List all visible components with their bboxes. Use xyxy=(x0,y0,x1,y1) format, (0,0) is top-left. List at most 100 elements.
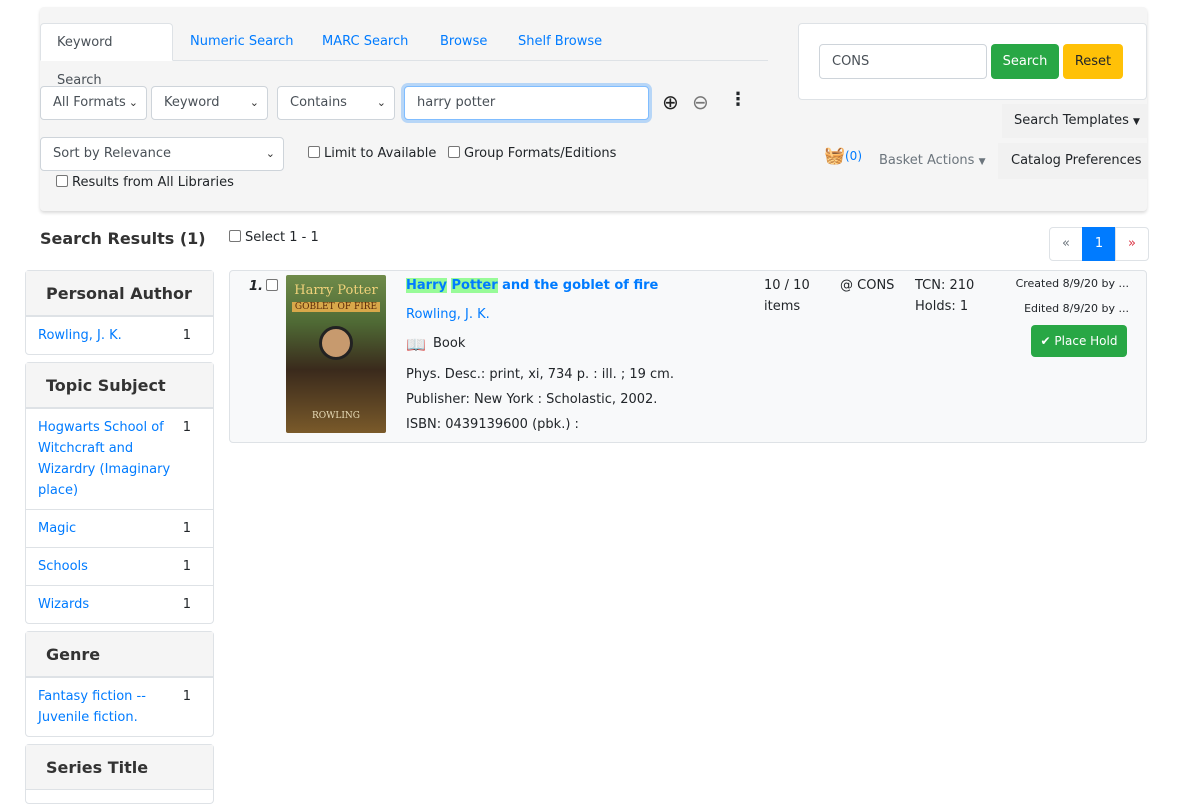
label: Basket Actions xyxy=(879,153,974,168)
reset-button[interactable]: Reset xyxy=(1063,44,1123,79)
facet-item[interactable]: Hogwarts School of Witchcraft and Wizard… xyxy=(26,408,213,509)
record-phys-desc: Phys. Desc.: print, xi, 734 p. : ill. ; … xyxy=(406,367,674,382)
label: Group Formats/Editions xyxy=(464,146,616,161)
all-libraries-checkbox[interactable]: Results from All Libraries xyxy=(56,175,234,190)
search-tabs: Keyword Search Numeric Search MARC Searc… xyxy=(40,23,768,61)
label: Search Templates xyxy=(1014,113,1129,128)
org-input[interactable]: CONS xyxy=(819,44,987,79)
record-items-label: items xyxy=(764,299,800,314)
format-select[interactable]: All Formats⌄ xyxy=(40,86,147,120)
chevron-down-icon: ⌄ xyxy=(250,87,259,119)
select-all-checkbox[interactable]: Select 1 - 1 xyxy=(229,230,319,245)
field-select[interactable]: Keyword ⌄ xyxy=(151,86,268,120)
label: Results from All Libraries xyxy=(72,175,234,190)
basket-actions-dropdown[interactable]: Basket Actions ▼ xyxy=(879,153,986,168)
field-value: Keyword xyxy=(164,95,220,110)
facet-count: 1 xyxy=(183,325,191,346)
facet-link[interactable]: Rowling, J. K. xyxy=(38,328,122,343)
group-formats-checkbox[interactable]: Group Formats/Editions xyxy=(448,146,616,161)
caret-down-icon: ▼ xyxy=(979,157,986,167)
tab-numeric-search[interactable]: Numeric Search xyxy=(174,23,310,61)
more-options-icon[interactable]: ⋮ xyxy=(729,89,747,110)
record-tcn: TCN: 210 xyxy=(915,278,974,293)
facet-title: Series Title xyxy=(26,745,213,790)
title-highlight: Potter xyxy=(451,278,497,293)
facet-genre: Genre Fantasy fiction -- Juvenile fictio… xyxy=(25,631,214,737)
checkbox[interactable] xyxy=(229,230,241,242)
tab-shelf-browse[interactable]: Shelf Browse xyxy=(502,23,618,61)
facet-count: 1 xyxy=(183,417,191,438)
limit-available-checkbox[interactable]: Limit to Available xyxy=(308,146,436,161)
record-created: Created 8/9/20 by ... xyxy=(1016,277,1129,290)
checkbox[interactable] xyxy=(308,146,320,158)
checkbox[interactable] xyxy=(448,146,460,158)
chevron-down-icon: ⌄ xyxy=(129,87,138,119)
catalog-preferences-button[interactable]: Catalog Preferences xyxy=(998,143,1147,179)
facet-link[interactable]: Fantasy fiction -- Juvenile fiction. xyxy=(38,689,146,725)
facet-personal-author: Personal Author Rowling, J. K. 1 xyxy=(25,270,214,355)
facet-title: Personal Author xyxy=(26,271,213,316)
basket-icon[interactable]: 🧺 xyxy=(824,146,845,166)
chevron-down-icon: ⌄ xyxy=(266,138,275,170)
place-hold-button[interactable]: ✔ Place Hold xyxy=(1031,325,1127,357)
facet-item[interactable]: Fantasy fiction -- Juvenile fiction. 1 xyxy=(26,677,213,736)
record-location: @ CONS xyxy=(840,278,894,293)
result-index: 1. xyxy=(249,279,263,294)
checkmark-icon: ✔ xyxy=(1041,334,1051,348)
search-templates-dropdown[interactable]: Search Templates ▼ xyxy=(1002,104,1147,138)
caret-down-icon: ▼ xyxy=(1133,117,1140,127)
search-button[interactable]: Search xyxy=(991,44,1059,79)
remove-row-icon[interactable]: ⊖ xyxy=(692,90,709,114)
facet-count: 1 xyxy=(183,556,191,577)
label: Place Hold xyxy=(1054,334,1117,348)
facet-item[interactable]: Schools 1 xyxy=(26,547,213,585)
result-record: 1. Harry Potter GOBLET OF FIRE ROWLING H… xyxy=(229,270,1147,443)
facet-link[interactable]: Magic xyxy=(38,521,76,536)
sort-select[interactable]: Sort by Relevance ⌄ xyxy=(40,137,284,171)
record-checkbox[interactable] xyxy=(266,279,278,291)
title-rest: and the goblet of fire xyxy=(502,278,658,293)
title-highlight: Harry xyxy=(406,278,447,293)
facet-count: 1 xyxy=(183,518,191,539)
next-page[interactable]: » xyxy=(1115,227,1149,261)
basket-count[interactable]: (0) xyxy=(845,149,862,163)
record-publisher: Publisher: New York : Scholastic, 2002. xyxy=(406,392,657,407)
book-icon: 📖 xyxy=(406,335,426,354)
checkbox[interactable] xyxy=(56,175,68,187)
record-item-count: 10 / 10 xyxy=(764,278,810,293)
record-author-link[interactable]: Rowling, J. K. xyxy=(406,307,490,322)
facet-count: 1 xyxy=(183,686,191,707)
tab-browse[interactable]: Browse xyxy=(424,23,503,61)
facet-link[interactable]: Wizards xyxy=(38,597,89,612)
facet-topic-subject: Topic Subject Hogwarts School of Witchcr… xyxy=(25,362,214,624)
prev-page[interactable]: « xyxy=(1049,227,1083,261)
results-heading: Search Results (1) xyxy=(40,229,206,248)
record-holds: Holds: 1 xyxy=(915,299,968,314)
facet-series-title: Series Title xyxy=(25,744,214,804)
record-edited: Edited 8/9/20 by ... xyxy=(1024,302,1129,315)
query-input[interactable]: harry potter xyxy=(404,86,649,120)
label: Limit to Available xyxy=(324,146,436,161)
record-title-link[interactable]: Harry Potter and the goblet of fire xyxy=(406,278,658,293)
facet-item[interactable]: Magic 1 xyxy=(26,509,213,547)
operator-value: Contains xyxy=(290,95,347,110)
book-cover-image[interactable]: Harry Potter GOBLET OF FIRE ROWLING xyxy=(286,275,386,433)
facet-title: Topic Subject xyxy=(26,363,213,408)
facet-link[interactable]: Hogwarts School of Witchcraft and Wizard… xyxy=(38,420,170,498)
sort-value: Sort by Relevance xyxy=(53,146,171,161)
facet-count: 1 xyxy=(183,594,191,615)
facet-item[interactable]: Wizards 1 xyxy=(26,585,213,623)
format-value: All Formats xyxy=(53,95,126,110)
facet-item[interactable]: Rowling, J. K. 1 xyxy=(26,316,213,354)
chevron-down-icon: ⌄ xyxy=(377,87,386,119)
add-row-icon[interactable]: ⊕ xyxy=(662,90,679,114)
facet-link[interactable]: Schools xyxy=(38,559,88,574)
record-isbn: ISBN: 0439139600 (pbk.) : xyxy=(406,417,579,432)
label: Select 1 - 1 xyxy=(245,230,319,245)
record-format: Book xyxy=(433,336,465,351)
operator-select[interactable]: Contains ⌄ xyxy=(277,86,395,120)
facet-title: Genre xyxy=(26,632,213,677)
page-1[interactable]: 1 xyxy=(1082,227,1116,261)
tab-keyword-search[interactable]: Keyword Search xyxy=(40,23,173,61)
tab-marc-search[interactable]: MARC Search xyxy=(306,23,424,61)
